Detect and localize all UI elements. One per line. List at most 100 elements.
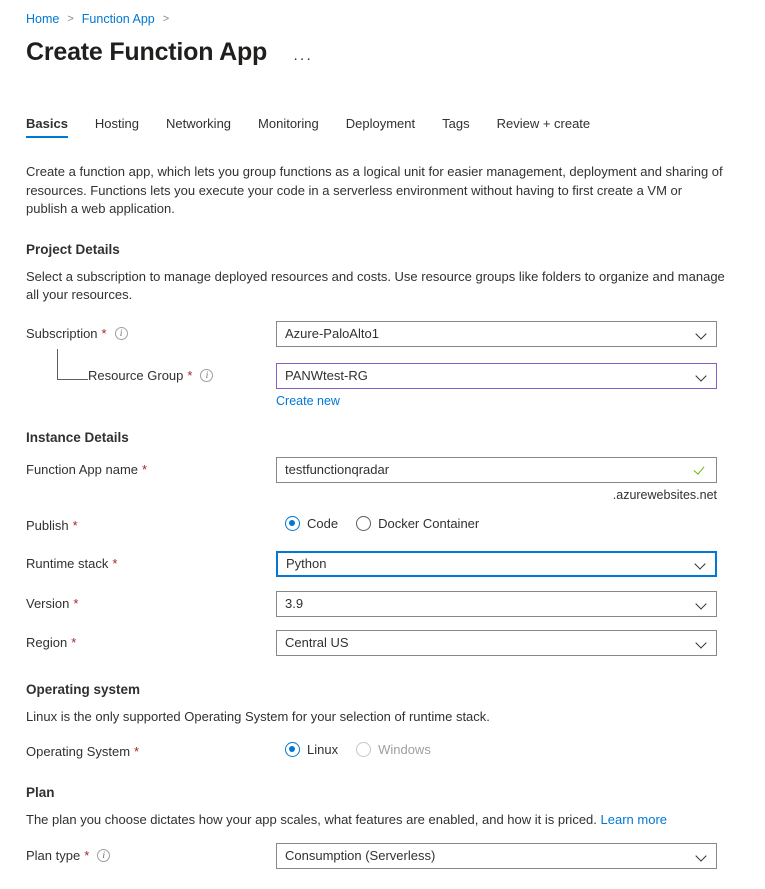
runtime-stack-label: Runtime stack bbox=[26, 555, 109, 571]
chevron-down-icon bbox=[696, 598, 708, 610]
publish-radio-docker-container[interactable]: Docker Container bbox=[356, 515, 480, 531]
breadcrumb-item-home[interactable]: Home bbox=[26, 12, 59, 26]
resource-group-label-group: Resource Group * i bbox=[26, 363, 276, 383]
runtime-stack-field-col: Python bbox=[276, 550, 717, 577]
radio-selected-icon bbox=[285, 742, 300, 757]
function-app-name-field-col: testfunctionqradar .azurewebsites.net bbox=[276, 456, 717, 502]
create-new-resource-group-link[interactable]: Create new bbox=[276, 394, 340, 408]
resource-group-value: PANWtest-RG bbox=[285, 368, 368, 383]
chevron-down-icon bbox=[696, 328, 708, 340]
function-app-name-label-group: Function App name * bbox=[26, 457, 276, 477]
section-heading-project-details: Project Details bbox=[26, 241, 120, 257]
radio-unselected-icon bbox=[356, 515, 372, 531]
breadcrumb-item-function-app[interactable]: Function App bbox=[82, 12, 155, 26]
info-icon[interactable]: i bbox=[114, 326, 128, 340]
field-row-operating-system: Operating System * Linux Windows bbox=[26, 739, 739, 759]
tab-hosting[interactable]: Hosting bbox=[95, 116, 139, 138]
field-row-region: Region * Central US bbox=[26, 629, 739, 656]
function-app-name-suffix: .azurewebsites.net bbox=[612, 487, 717, 502]
chevron-down-icon bbox=[695, 558, 707, 570]
section-heading-plan: Plan bbox=[26, 785, 55, 800]
required-indicator: * bbox=[134, 744, 140, 759]
region-label: Region bbox=[26, 634, 68, 650]
section-heading-operating-system: Operating system bbox=[26, 681, 141, 697]
tab-review-create[interactable]: Review + create bbox=[497, 116, 591, 138]
version-field-col: 3.9 bbox=[276, 590, 717, 617]
subscription-select[interactable]: Azure-PaloAlto1 bbox=[276, 320, 717, 347]
section-heading-instance-details: Instance Details bbox=[26, 429, 129, 445]
section-description-operating-system: Linux is the only supported Operating Sy… bbox=[26, 708, 490, 724]
operating-system-label-group: Operating System * bbox=[26, 739, 276, 759]
info-icon[interactable]: i bbox=[97, 848, 111, 862]
resource-group-select[interactable]: PANWtest-RG bbox=[276, 362, 717, 389]
required-indicator: * bbox=[101, 325, 107, 341]
publish-label: Publish bbox=[26, 517, 69, 533]
region-select[interactable]: Central US bbox=[276, 629, 717, 656]
resource-group-field-col: PANWtest-RG Create new bbox=[276, 362, 717, 408]
operating-system-field-col: Linux Windows bbox=[276, 739, 717, 757]
operating-system-radio-group: Linux Windows bbox=[276, 739, 717, 757]
section-description-project-details: Select a subscription to manage deployed… bbox=[26, 268, 725, 303]
breadcrumb-separator-icon: > bbox=[162, 12, 170, 25]
tab-deployment[interactable]: Deployment bbox=[346, 116, 415, 138]
subscription-value: Azure-PaloAlto1 bbox=[285, 326, 379, 341]
required-indicator: * bbox=[73, 595, 79, 611]
wizard-tabs: Basics Hosting Networking Monitoring Dep… bbox=[0, 108, 765, 138]
chevron-down-icon bbox=[696, 637, 708, 649]
region-value: Central US bbox=[285, 635, 349, 650]
plan-type-select[interactable]: Consumption (Serverless) bbox=[276, 842, 717, 869]
plan-type-label-group: Plan type * i bbox=[26, 843, 276, 863]
function-app-name-label: Function App name bbox=[26, 461, 139, 477]
chevron-down-icon bbox=[696, 850, 708, 862]
required-indicator: * bbox=[112, 555, 118, 571]
plan-description-text: The plan you choose dictates how your ap… bbox=[26, 812, 597, 827]
resource-group-label: Resource Group bbox=[88, 367, 184, 383]
operating-system-label: Operating System bbox=[26, 744, 131, 759]
section-description-plan: The plan you choose dictates how your ap… bbox=[26, 811, 726, 830]
page-title: Create Function App bbox=[26, 38, 268, 67]
info-icon[interactable]: i bbox=[200, 368, 214, 382]
required-indicator: * bbox=[84, 847, 90, 863]
publish-radio-code-label: Code bbox=[307, 515, 339, 531]
version-label: Version bbox=[26, 595, 70, 611]
version-select[interactable]: 3.9 bbox=[276, 590, 717, 617]
radio-disabled-icon bbox=[356, 742, 372, 757]
plan-type-field-col: Consumption (Serverless) bbox=[276, 842, 717, 869]
plan-type-value: Consumption (Serverless) bbox=[285, 848, 436, 863]
runtime-stack-label-group: Runtime stack * bbox=[26, 551, 276, 571]
publish-radio-code[interactable]: Code bbox=[285, 515, 339, 531]
publish-radio-group: Code Docker Container bbox=[276, 513, 717, 531]
region-field-col: Central US bbox=[276, 629, 717, 656]
function-app-name-value: testfunctionqradar bbox=[285, 462, 390, 477]
operating-system-radio-linux[interactable]: Linux bbox=[285, 742, 338, 757]
tab-monitoring[interactable]: Monitoring bbox=[258, 116, 319, 138]
required-indicator: * bbox=[71, 634, 77, 650]
operating-system-radio-windows-label: Windows bbox=[378, 742, 431, 757]
subscription-field-col: Azure-PaloAlto1 bbox=[276, 320, 717, 347]
field-row-plan-type: Plan type * i Consumption (Serverless) bbox=[26, 842, 739, 869]
publish-label-group: Publish * bbox=[26, 513, 276, 533]
required-indicator: * bbox=[142, 461, 148, 477]
tab-basics[interactable]: Basics bbox=[26, 116, 68, 138]
field-row-runtime-stack: Runtime stack * Python bbox=[26, 550, 739, 577]
chevron-down-icon bbox=[696, 370, 708, 382]
publish-field-col: Code Docker Container bbox=[276, 513, 717, 531]
more-options-icon[interactable]: ··· bbox=[293, 51, 313, 66]
tab-tags[interactable]: Tags bbox=[442, 116, 469, 138]
breadcrumb: Home > Function App > bbox=[0, 0, 765, 28]
runtime-stack-select[interactable]: Python bbox=[276, 550, 717, 577]
region-label-group: Region * bbox=[26, 630, 276, 650]
page-header: Create Function App ··· bbox=[0, 28, 765, 72]
version-value: 3.9 bbox=[285, 596, 304, 611]
field-row-version: Version * 3.9 bbox=[26, 590, 739, 617]
operating-system-radio-windows: Windows bbox=[356, 742, 431, 757]
publish-radio-docker-container-label: Docker Container bbox=[378, 515, 480, 531]
version-label-group: Version * bbox=[26, 591, 276, 611]
tab-networking[interactable]: Networking bbox=[166, 116, 231, 138]
field-row-function-app-name: Function App name * testfunctionqradar .… bbox=[26, 456, 739, 502]
breadcrumb-separator-icon: > bbox=[67, 12, 74, 25]
radio-selected-icon bbox=[285, 515, 300, 531]
subscription-label: Subscription bbox=[26, 325, 98, 341]
plan-learn-more-link[interactable]: Learn more bbox=[601, 812, 667, 827]
function-app-name-input[interactable]: testfunctionqradar bbox=[276, 456, 717, 483]
